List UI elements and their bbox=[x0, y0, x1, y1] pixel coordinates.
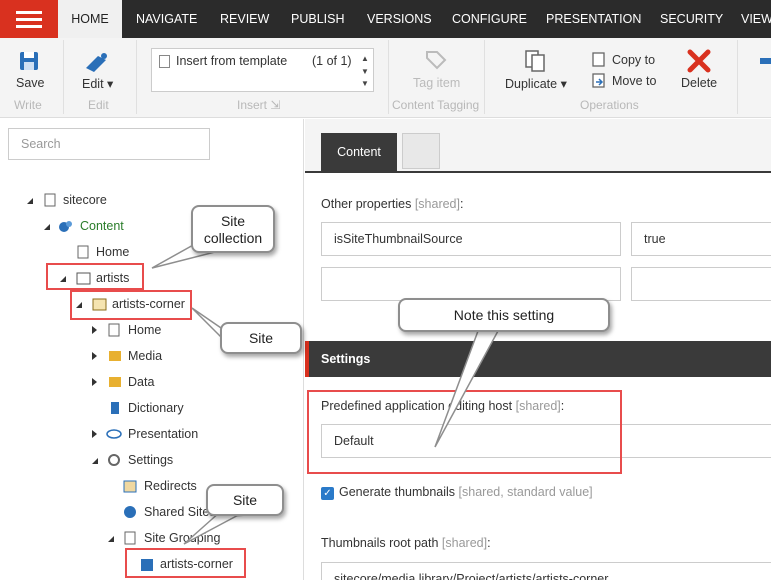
highlight-artists-corner bbox=[70, 290, 192, 320]
highlight-predefined-host bbox=[307, 390, 622, 474]
property-value-field[interactable]: true bbox=[631, 222, 771, 256]
edit-button[interactable]: Edit ▾ bbox=[82, 76, 113, 91]
generate-thumbnails-checkbox[interactable]: ✓ bbox=[321, 487, 334, 500]
tab-versions[interactable]: VERSIONS bbox=[367, 0, 432, 38]
menu-icon[interactable] bbox=[0, 0, 58, 38]
tree-node-dictionary[interactable]: Dictionary bbox=[128, 399, 184, 417]
callout-site-2: Site bbox=[206, 484, 284, 516]
tab-security[interactable]: SECURITY bbox=[660, 0, 723, 38]
tree-node-home2[interactable]: Home bbox=[128, 321, 161, 339]
document-icon bbox=[159, 55, 170, 68]
highlight-artists bbox=[46, 263, 144, 290]
tree-node-redirects[interactable]: Redirects bbox=[144, 477, 197, 495]
other-properties-label: Other properties [shared]: bbox=[321, 197, 464, 211]
search-box[interactable] bbox=[8, 128, 210, 160]
content-tagging-group-label: Content Tagging bbox=[392, 98, 480, 112]
tab-presentation[interactable]: PRESENTATION bbox=[546, 0, 641, 38]
tab-content[interactable]: Content bbox=[321, 133, 397, 171]
search-input[interactable] bbox=[9, 129, 209, 159]
settings-section-header[interactable]: Settings bbox=[305, 341, 771, 377]
property-key-field[interactable]: isSiteThumbnailSource bbox=[321, 222, 621, 256]
edit-group-label: Edit bbox=[88, 98, 109, 112]
save-button[interactable]: Save bbox=[16, 76, 45, 90]
tree-node-data[interactable]: Data bbox=[128, 373, 154, 391]
callout-site-collection: Site collection bbox=[191, 205, 275, 253]
delete-button[interactable]: Delete bbox=[681, 76, 717, 90]
tab-configure[interactable]: CONFIGURE bbox=[452, 0, 527, 38]
tree-node-site-grouping[interactable]: Site Grouping bbox=[144, 529, 220, 547]
expand-icon[interactable]: ▼ bbox=[361, 79, 369, 88]
template-label[interactable]: Insert from template bbox=[176, 54, 287, 68]
write-group-label: Write bbox=[14, 98, 42, 112]
thumbnails-root-label: Thumbnails root path [shared]: bbox=[321, 536, 491, 550]
template-count: (1 of 1) bbox=[312, 54, 352, 68]
thumbnails-root-field[interactable]: sitecore/media library/Project/artists/a… bbox=[321, 562, 771, 580]
property-value-field-empty[interactable] bbox=[631, 267, 771, 301]
insert-template-list[interactable]: Insert from template (1 of 1) ▲ ▼ ▼ bbox=[151, 48, 374, 92]
tab-view[interactable]: VIEW bbox=[741, 0, 771, 38]
tab-search[interactable] bbox=[402, 133, 440, 169]
generate-thumbnails-label: Generate thumbnails [shared, standard va… bbox=[339, 485, 593, 499]
tree-node-home[interactable]: Home bbox=[96, 243, 129, 261]
highlight-artists-corner-leaf bbox=[125, 548, 246, 578]
callout-site-1: Site bbox=[220, 322, 302, 354]
top-navigation: HOME NAVIGATE REVIEW PUBLISH VERSIONS CO… bbox=[0, 0, 771, 38]
tab-home[interactable]: HOME bbox=[58, 0, 122, 38]
tab-review[interactable]: REVIEW bbox=[220, 0, 269, 38]
tab-navigate[interactable]: NAVIGATE bbox=[136, 0, 197, 38]
tree-node-shared-sites[interactable]: Shared Sites bbox=[144, 503, 216, 521]
tree-node-presentation[interactable]: Presentation bbox=[128, 425, 198, 443]
callout-note-setting: Note this setting bbox=[398, 298, 610, 332]
property-key-field-empty[interactable] bbox=[321, 267, 621, 301]
tree-node-settings[interactable]: Settings bbox=[128, 451, 173, 469]
move-to-button[interactable]: Move to bbox=[612, 74, 656, 88]
tree-node-media[interactable]: Media bbox=[128, 347, 162, 365]
operations-group-label: Operations bbox=[580, 98, 639, 112]
tab-publish[interactable]: PUBLISH bbox=[291, 0, 345, 38]
tree-node-sitecore[interactable]: sitecore bbox=[63, 191, 107, 209]
scroll-up-icon[interactable]: ▲ bbox=[361, 54, 369, 63]
tree-node-content[interactable]: Content bbox=[80, 217, 124, 235]
copy-to-button[interactable]: Copy to bbox=[612, 53, 655, 67]
tag-item-button[interactable]: Tag item bbox=[413, 76, 460, 90]
scroll-down-icon[interactable]: ▼ bbox=[361, 67, 369, 76]
duplicate-button[interactable]: Duplicate ▾ bbox=[505, 76, 567, 91]
insert-group-label: Insert ⇲ bbox=[237, 98, 281, 112]
